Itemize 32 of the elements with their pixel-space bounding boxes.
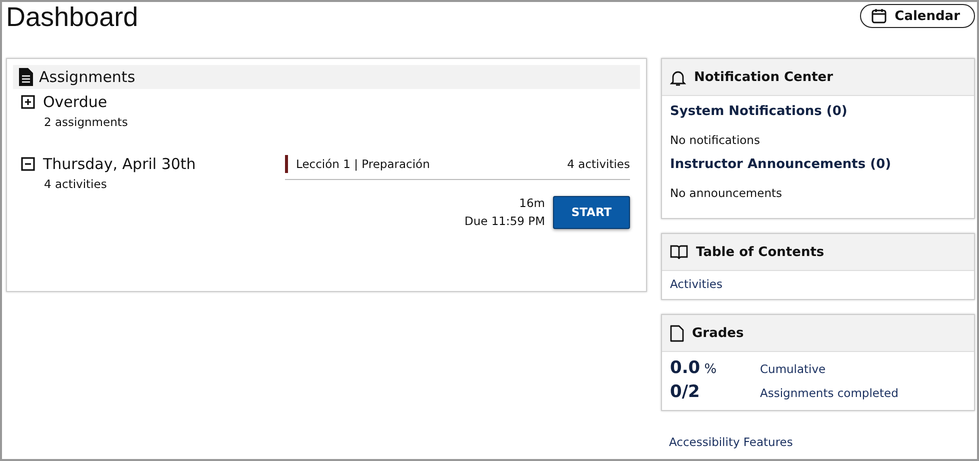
group-title[interactable]: Overdue (43, 93, 108, 111)
plus-box-icon[interactable] (21, 95, 35, 109)
calendar-button[interactable]: Calendar (860, 4, 975, 28)
empty-message: No announcements (670, 186, 783, 200)
minus-box-icon[interactable] (21, 157, 35, 171)
grade-value: 0.0 % (670, 358, 718, 378)
accessibility-link[interactable]: Accessibility Features (669, 435, 793, 449)
card-title: Table of Contents (696, 244, 824, 260)
grade-label: Cumulative (760, 362, 827, 376)
group-count: 4 activities (44, 177, 108, 191)
document-icon (19, 68, 33, 86)
page-icon (670, 324, 684, 342)
section-heading: System Notifications (0) (670, 104, 848, 119)
page-title: Dashboard (6, 2, 138, 32)
start-button[interactable]: START (553, 196, 630, 228)
calendar-icon (870, 8, 887, 24)
card-title: Grades (692, 326, 744, 340)
empty-message: No notifications (670, 133, 761, 147)
section-heading: Instructor Announcements (0) (670, 157, 892, 172)
duration: 16m (518, 195, 545, 212)
assignments-title: Assignments (39, 68, 136, 86)
group-title[interactable]: Thursday, April 30th (43, 155, 196, 173)
grade-value: 0/2 (670, 382, 701, 402)
group-count: 2 assignments (44, 115, 129, 129)
contents-link[interactable]: Activities (670, 277, 966, 291)
grade-label: Assignments completed (760, 386, 900, 400)
lesson-name[interactable]: Lección 1 | Preparación (296, 157, 430, 171)
card-title: Notification Center (694, 70, 834, 84)
bell-icon (670, 68, 686, 86)
due-time: Due 11:59 PM (464, 213, 545, 230)
book-icon (670, 244, 688, 260)
lesson-count: 4 activities (567, 157, 630, 171)
